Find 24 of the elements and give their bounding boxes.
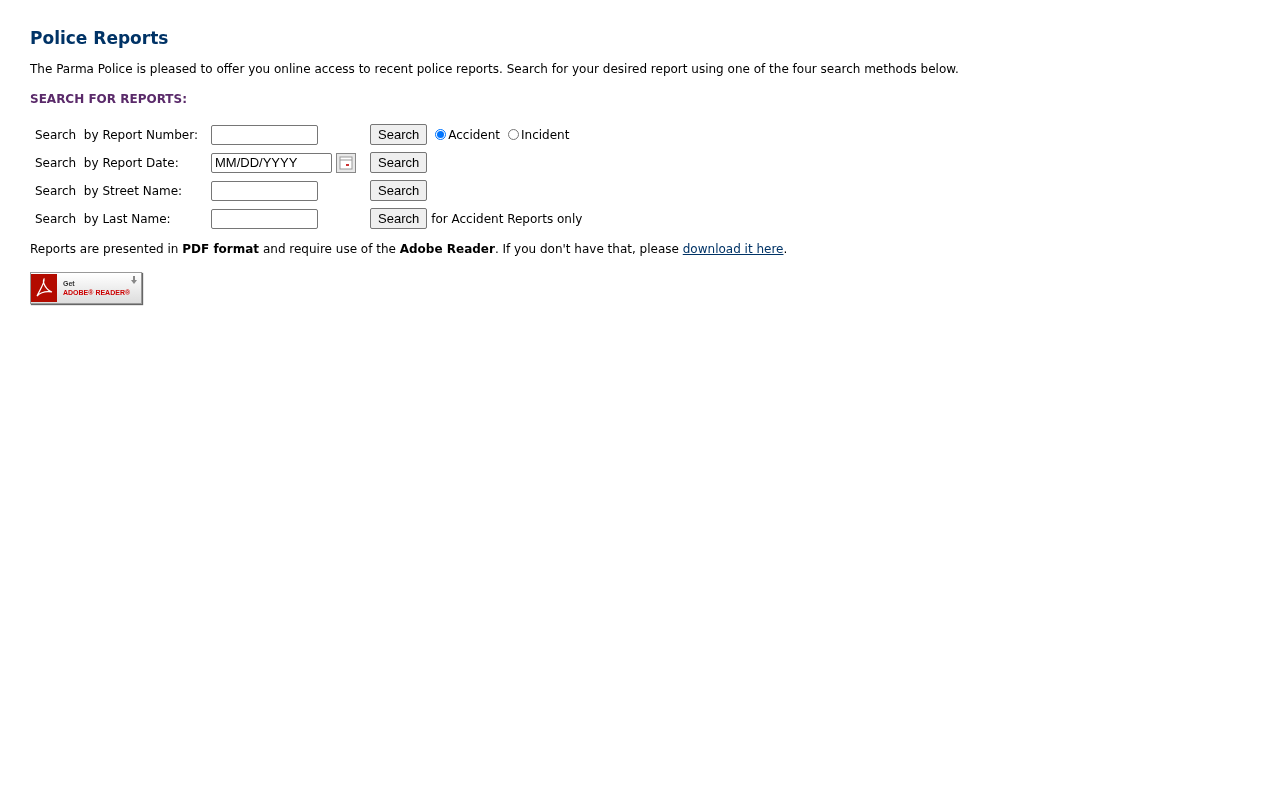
field-label: Search by Last Name: (35, 211, 172, 226)
field-label: Search by Report Date: (35, 155, 180, 170)
page-title: Police Reports (30, 28, 170, 48)
note-text: for Accident Reports only (431, 211, 583, 226)
section-heading: SEARCH FOR REPORTS: (30, 92, 188, 106)
radio-label: Incident (521, 127, 570, 142)
notice-text: Reports are presented in PDF format and require use of the Adobe Reader. If you don't have that, please download it here. (30, 242, 789, 256)
input-field[interactable] (211, 124, 318, 145)
input-field[interactable] (211, 180, 318, 201)
field-label: Search by Report Number: (35, 127, 200, 142)
search-button[interactable]: Search (370, 152, 428, 173)
calendar-icon[interactable] (336, 152, 356, 173)
pdf-logo-icon (31, 274, 57, 302)
search-button[interactable]: Search (370, 180, 428, 201)
search-button[interactable]: Search (370, 124, 428, 145)
intro-text: The Parma Police is pleased to offer you online access to recent police reports. Search for your desired report using one of the four search methods below. (30, 62, 960, 76)
radio-button[interactable] (508, 129, 520, 140)
input-field[interactable] (211, 208, 318, 229)
date-field[interactable]: MM/DD/YYYY (211, 152, 332, 173)
field-label: Search by Street Name: (35, 183, 184, 198)
radio-button[interactable] (435, 129, 447, 140)
download-arrow-icon (131, 276, 137, 284)
search-button[interactable]: Search (370, 208, 428, 229)
radio-label: Accident (448, 127, 501, 142)
